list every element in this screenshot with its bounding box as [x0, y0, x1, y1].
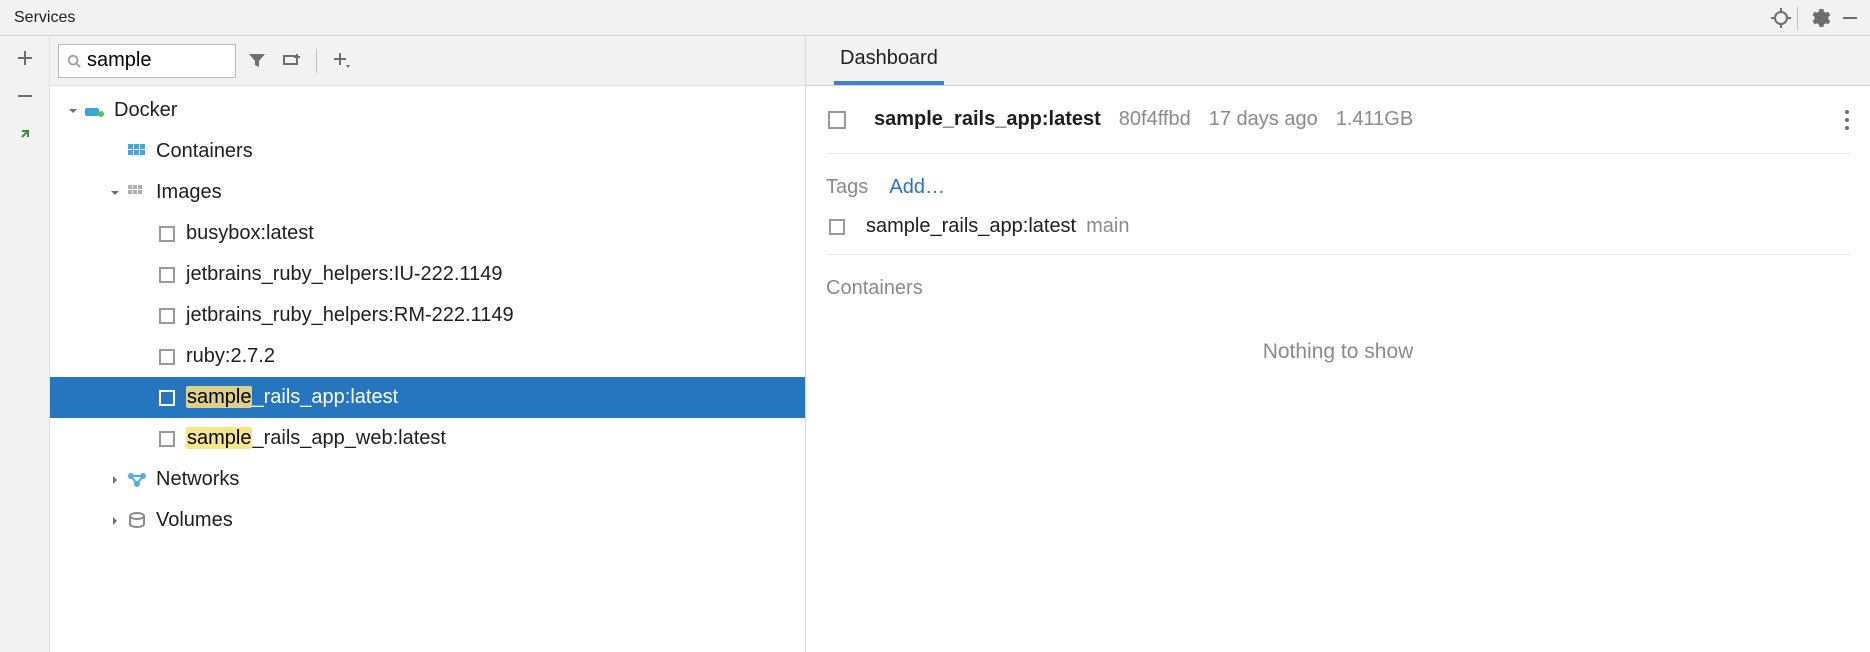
containers-icon [126, 141, 148, 163]
target-icon[interactable] [1769, 6, 1793, 30]
image-icon [156, 305, 178, 327]
tree-label: Volumes [156, 509, 233, 532]
docker-icon [84, 100, 106, 122]
containers-section: Containers Nothing to show [826, 255, 1850, 380]
volumes-icon [126, 510, 148, 532]
containers-label: Containers [826, 277, 923, 299]
tree-node-image[interactable]: sample_rails_app_web:latest [50, 418, 805, 459]
tree-panel: Docker Containers Images busybox:latest … [50, 36, 806, 652]
image-icon [156, 264, 178, 286]
add-icon[interactable] [13, 46, 37, 70]
tree-node-image[interactable]: jetbrains_ruby_helpers:RM-222.1149 [50, 295, 805, 336]
chevron-right-icon [106, 515, 124, 527]
tree-label: sample_rails_app:latest [186, 386, 398, 409]
chevron-right-icon [106, 474, 124, 486]
minimize-icon[interactable] [1838, 6, 1862, 30]
image-icon [826, 216, 848, 238]
gear-icon[interactable] [1808, 6, 1832, 30]
tree-node-containers[interactable]: Containers [50, 131, 805, 172]
tree-label: Docker [114, 99, 177, 122]
chevron-down-icon [64, 105, 82, 117]
tree-node-image[interactable]: ruby:2.7.2 [50, 336, 805, 377]
detail-tabs: Dashboard [806, 36, 1870, 86]
tree-label: Images [156, 181, 222, 204]
image-age: 17 days ago [1209, 108, 1318, 131]
tab-label: Dashboard [840, 47, 938, 70]
tags-section: Tags Add… sample_rails_app:latest main [826, 154, 1850, 255]
add-dropdown-icon[interactable] [329, 48, 355, 74]
image-id: 80f4ffbd [1119, 108, 1191, 131]
detail-body: sample_rails_app:latest 80f4ffbd 17 days… [806, 86, 1870, 380]
remove-icon[interactable] [13, 84, 37, 108]
image-icon [826, 109, 848, 131]
image-name: sample_rails_app:latest [874, 108, 1101, 131]
tag-row[interactable]: sample_rails_app:latest main [826, 215, 1850, 238]
popout-icon[interactable] [13, 122, 37, 146]
tag-ref: main [1086, 215, 1129, 238]
detail-panel: Dashboard sample_rails_app:latest 80f4ff… [806, 36, 1870, 652]
filter-icon[interactable] [244, 48, 270, 74]
tags-label: Tags [826, 176, 868, 198]
tree-node-networks[interactable]: Networks [50, 459, 805, 500]
tree-label: ruby:2.7.2 [186, 345, 275, 368]
service-tree[interactable]: Docker Containers Images busybox:latest … [50, 86, 805, 652]
empty-label: Nothing to show [826, 300, 1850, 364]
tree-label: Containers [156, 140, 253, 163]
image-header: sample_rails_app:latest 80f4ffbd 17 days… [826, 108, 1850, 154]
image-icon [156, 346, 178, 368]
networks-icon [126, 469, 148, 491]
tree-label: jetbrains_ruby_helpers:RM-222.1149 [186, 304, 514, 327]
tab-dashboard[interactable]: Dashboard [834, 35, 944, 85]
tree-node-images[interactable]: Images [50, 172, 805, 213]
separator [316, 49, 317, 73]
tree-label: Networks [156, 468, 239, 491]
tree-node-volumes[interactable]: Volumes [50, 500, 805, 541]
add-tag-link[interactable]: Add… [889, 176, 945, 198]
search-input[interactable] [87, 49, 227, 72]
panel-titlebar: Services [0, 0, 1870, 36]
tree-node-docker[interactable]: Docker [50, 90, 805, 131]
tree-node-image-selected[interactable]: sample_rails_app:latest [50, 377, 805, 418]
image-icon [156, 428, 178, 450]
main-area: Docker Containers Images busybox:latest … [0, 36, 1870, 652]
tree-label: jetbrains_ruby_helpers:IU-222.1149 [186, 263, 503, 286]
tree-toolbar [50, 36, 805, 86]
chevron-down-icon [106, 187, 124, 199]
image-size: 1.411GB [1336, 108, 1413, 131]
images-icon [126, 182, 148, 204]
tree-node-image[interactable]: busybox:latest [50, 213, 805, 254]
more-icon[interactable] [1844, 109, 1850, 131]
tree-label: sample_rails_app_web:latest [186, 427, 446, 450]
separator [1797, 6, 1798, 30]
search-icon [67, 53, 81, 69]
image-icon [156, 223, 178, 245]
search-box[interactable] [58, 44, 236, 78]
left-gutter [0, 36, 50, 652]
tree-label: busybox:latest [186, 222, 314, 245]
new-tab-icon[interactable] [278, 48, 304, 74]
panel-title: Services [14, 9, 75, 27]
image-icon [156, 387, 178, 409]
tree-node-image[interactable]: jetbrains_ruby_helpers:IU-222.1149 [50, 254, 805, 295]
tag-name: sample_rails_app:latest [866, 215, 1076, 238]
